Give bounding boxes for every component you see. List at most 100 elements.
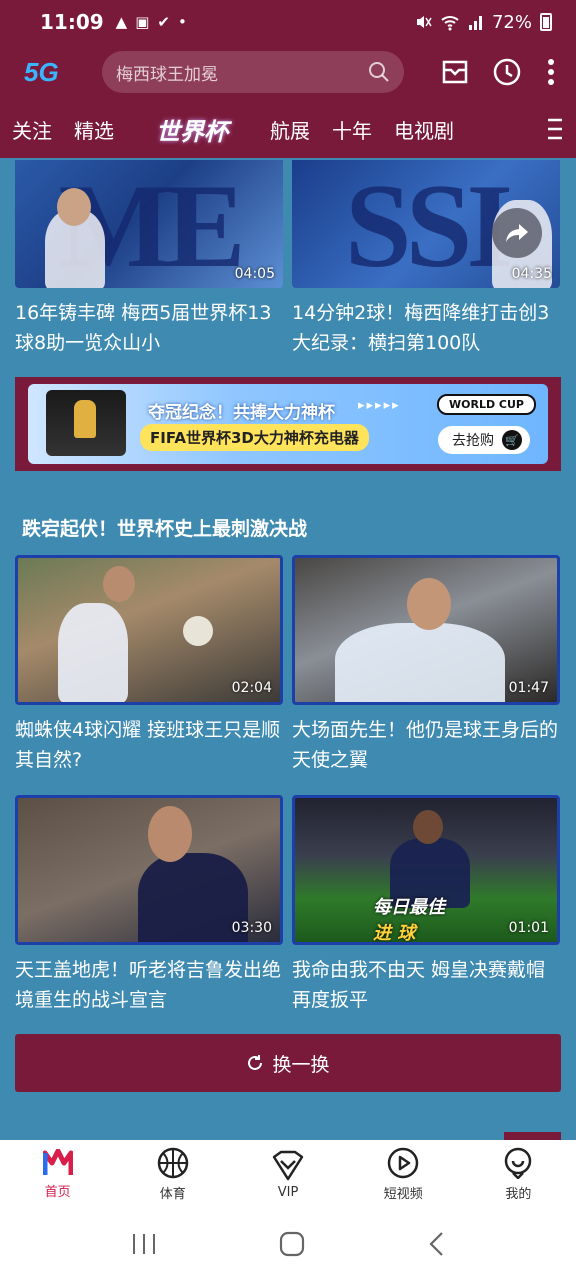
- section-title: 跌宕起伏！世界杯史上最刺激决战: [22, 518, 308, 540]
- battery-icon: [540, 13, 552, 31]
- video-title[interactable]: 我命由我不由天 姆皇决赛戴帽再度扳平: [292, 955, 560, 1015]
- vip-icon: [272, 1150, 304, 1180]
- player-figure: [335, 623, 505, 702]
- battery-percent: 72%: [491, 11, 532, 33]
- nav-sports[interactable]: 体育: [115, 1140, 230, 1208]
- banner-inner[interactable]: 夺冠纪念！共捧大力神杯 ▸▸▸▸▸ WORLD CUP FIFA世界杯3D大力神…: [28, 384, 548, 464]
- badge-line2: 进 球: [373, 923, 416, 944]
- nav-sports-label: 体育: [159, 1186, 186, 1202]
- profile-icon: [505, 1147, 532, 1179]
- header-actions: [442, 57, 556, 87]
- share-icon: [506, 224, 528, 242]
- signal-icon: [468, 16, 482, 30]
- nav-profile[interactable]: 我的: [461, 1140, 576, 1208]
- refresh-button[interactable]: 换一换: [15, 1034, 561, 1092]
- back-icon[interactable]: [427, 1231, 445, 1257]
- tab-tv-series[interactable]: 电视剧: [394, 115, 454, 144]
- tab-worldcup[interactable]: 世界杯: [156, 112, 228, 147]
- nav-profile-label: 我的: [505, 1186, 532, 1202]
- channel-tabs: 关注 精选 世界杯 航展 十年 电视剧: [0, 100, 576, 158]
- video-thumbnail[interactable]: ME 04:05: [15, 160, 283, 288]
- nav-vip[interactable]: VIP: [230, 1140, 345, 1208]
- dot-icon: •: [177, 13, 187, 31]
- world-cup-badge: WORLD CUP: [437, 394, 536, 415]
- best-goal-badge: 每日最佳 进 球: [373, 893, 445, 944]
- app-header: 5G 梅西球王加冕: [0, 44, 576, 100]
- video-duration: 01:01: [508, 920, 549, 936]
- nav-vip-label: VIP: [277, 1184, 299, 1200]
- clock-icon[interactable]: [492, 57, 522, 87]
- tab-airshow[interactable]: 航展: [270, 115, 310, 144]
- video-thumbnail[interactable]: 02:04: [15, 555, 283, 705]
- video-duration: 04:35: [511, 266, 552, 282]
- video-thumbnail[interactable]: SSI 04:35: [292, 160, 560, 288]
- video-card[interactable]: 02:04 蜘蛛侠4球闪耀 接班球王只是顺其自然?: [15, 555, 283, 775]
- player-head: [413, 810, 443, 844]
- search-bar[interactable]: 梅西球王加冕: [102, 51, 404, 93]
- video-title[interactable]: 天王盖地虎！听老将吉鲁发出绝境重生的战斗宣言: [15, 955, 283, 1015]
- video-card[interactable]: 01:47 大场面先生！他仍是球王身后的天使之翼: [292, 555, 560, 775]
- basketball-icon: [157, 1147, 189, 1178]
- home-icon: [42, 1148, 73, 1175]
- video-card[interactable]: 每日最佳 进 球 01:01 我命由我不由天 姆皇决赛戴帽再度扳平: [292, 795, 560, 1015]
- tab-menu-icon[interactable]: [546, 117, 564, 141]
- player-head: [407, 578, 451, 630]
- video-card[interactable]: 03:30 天王盖地虎！听老将吉鲁发出绝境重生的战斗宣言: [15, 795, 283, 1015]
- mute-icon: [416, 16, 432, 28]
- video-thumbnail[interactable]: 03:30: [15, 795, 283, 945]
- home-button-icon[interactable]: [279, 1231, 305, 1257]
- buy-now-label: 去抢购: [452, 433, 494, 449]
- banner-arrows: ▸▸▸▸▸: [358, 398, 401, 413]
- share-button[interactable]: [492, 208, 542, 258]
- refresh-icon: [248, 1055, 263, 1070]
- badge-line1: 每日最佳: [373, 897, 445, 918]
- video-title[interactable]: 16年铸丰碑 梅西5届世界杯13球8助一览众山小: [15, 298, 283, 358]
- banner-product-name: FIFA世界杯3D大力神杯充电器: [140, 424, 369, 451]
- nav-short-video-label: 短视频: [383, 1186, 423, 1202]
- status-icons-right: 72%: [414, 12, 552, 33]
- promo-banner[interactable]: 夺冠纪念！共捧大力神杯 ▸▸▸▸▸ WORLD CUP FIFA世界杯3D大力神…: [15, 377, 561, 471]
- more-icon[interactable]: [546, 58, 556, 86]
- status-icons-left: ▲ ▣ ✔ •: [116, 13, 187, 31]
- video-duration: 01:47: [508, 680, 549, 696]
- video-title[interactable]: 14分钟2球！梅西降维打击创3大纪录：横扫第100队: [292, 298, 560, 358]
- nav-home-label: 首页: [44, 1184, 71, 1200]
- player-figure: [58, 603, 128, 702]
- bottom-nav: 首页 体育 VIP 短视频 我的: [0, 1140, 576, 1208]
- short-video-icon: [387, 1147, 419, 1178]
- video-card[interactable]: SSI 04:35 14分钟2球！梅西降维打击创3大纪录：横扫第100队: [292, 160, 560, 358]
- player-head: [148, 806, 192, 862]
- player-head: [57, 188, 91, 226]
- banner-headline: 夺冠纪念！共捧大力神杯: [148, 403, 335, 423]
- video-title[interactable]: 蜘蛛侠4球闪耀 接班球王只是顺其自然?: [15, 715, 283, 775]
- ball-shape: [183, 616, 213, 646]
- nav-home[interactable]: 首页: [0, 1140, 115, 1208]
- video-duration: 02:04: [231, 680, 272, 696]
- refresh-label: 换一换: [272, 1053, 330, 1076]
- status-time: 11:09: [40, 10, 104, 34]
- mail-icon[interactable]: [442, 59, 468, 85]
- tab-follow[interactable]: 关注: [12, 115, 52, 144]
- check-icon: ✔: [157, 13, 170, 31]
- search-placeholder[interactable]: 梅西球王加冕: [116, 60, 368, 85]
- nav-short-video[interactable]: 短视频: [346, 1140, 461, 1208]
- recent-apps-icon[interactable]: [131, 1232, 157, 1256]
- buy-now-button[interactable]: 去抢购 🛒: [438, 426, 530, 454]
- cart-icon: 🛒: [502, 430, 522, 450]
- video-card[interactable]: ME 04:05 16年铸丰碑 梅西5届世界杯13球8助一览众山小: [15, 160, 283, 358]
- logo-5g[interactable]: 5G: [24, 57, 84, 88]
- system-navigation: [0, 1208, 576, 1280]
- video-duration: 04:05: [234, 266, 275, 282]
- tab-featured[interactable]: 精选: [74, 115, 114, 144]
- trophy-charger-image: [46, 390, 126, 456]
- search-icon[interactable]: [368, 61, 390, 83]
- player-head: [103, 566, 135, 602]
- warning-icon: ▲: [115, 13, 128, 31]
- video-title[interactable]: 大场面先生！他仍是球王身后的天使之翼: [292, 715, 560, 775]
- status-bar: 11:09 ▲ ▣ ✔ • 72%: [0, 0, 576, 44]
- video-thumbnail[interactable]: 01:47: [292, 555, 560, 705]
- video-thumbnail[interactable]: 每日最佳 进 球 01:01: [292, 795, 560, 945]
- tab-ten-years[interactable]: 十年: [332, 115, 372, 144]
- wifi-icon: [441, 16, 459, 31]
- image-icon: ▣: [135, 13, 150, 31]
